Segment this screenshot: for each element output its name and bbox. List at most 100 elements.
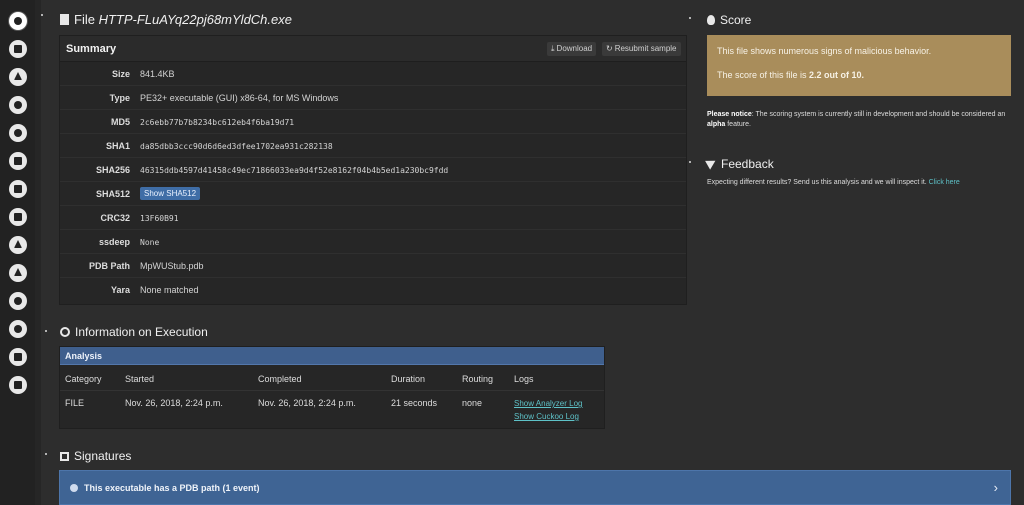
feedback-link[interactable]: Click here <box>929 179 960 186</box>
paper-plane-icon <box>705 156 718 170</box>
signatures-title-label: Signatures <box>74 449 132 463</box>
cell-started: Nov. 26, 2018, 2:24 p.m. <box>125 398 223 408</box>
file-icon[interactable] <box>9 152 27 170</box>
resubmit-label: Resubmit sample <box>614 44 677 53</box>
score-message: This file shows numerous signs of malici… <box>717 46 932 56</box>
notice-end: feature. <box>725 121 751 128</box>
book-icon[interactable] <box>9 40 27 58</box>
column-header-routing: Routing <box>462 374 494 384</box>
globe-icon[interactable] <box>9 124 27 142</box>
download-button[interactable]: ⤓ Download <box>547 42 597 56</box>
decor-dot <box>689 17 691 19</box>
column-header-logs: Logs <box>514 374 534 384</box>
row-value: None <box>140 238 160 247</box>
table-divider <box>60 390 604 391</box>
feedback-text: Expecting different results? Send us thi… <box>707 179 960 186</box>
row-value: PE32+ executable (GUI) x86-64, for MS Wi… <box>140 93 339 103</box>
row-key: SHA512 <box>95 189 130 199</box>
column-header-category: Category <box>65 374 102 384</box>
cell-category: FILE <box>65 398 85 408</box>
download-label: Download <box>556 44 593 53</box>
decor-dot <box>45 453 47 455</box>
signature-label: This executable has a PDB path (1 event) <box>84 483 260 493</box>
row-key: ssdeep <box>98 237 130 247</box>
cell-completed: Nov. 26, 2018, 2:24 p.m. <box>258 398 356 408</box>
qrcode-icon <box>60 452 69 461</box>
summary-row-type: Type PE32+ executable (GUI) x86-64, for M… <box>60 86 686 110</box>
cogs-icon[interactable] <box>9 320 27 338</box>
file-name: HTTP-FLuAYq22pj68mYldCh.exe <box>98 12 292 27</box>
share-icon[interactable] <box>9 96 27 114</box>
sidebar-rail <box>35 0 41 505</box>
score-notice: Please notice: The scoring system is cur… <box>707 110 1017 130</box>
row-key: Type <box>109 93 130 103</box>
row-key: Yara <box>110 285 130 295</box>
bug-icon[interactable] <box>9 348 27 366</box>
pencil-icon[interactable] <box>9 68 27 86</box>
refresh-icon: ↻ <box>606 44 613 53</box>
score-title-label: Score <box>720 13 752 27</box>
execution-title: Information on Execution <box>60 325 208 339</box>
summary-row-sha512: SHA512 Show SHA512 <box>60 182 686 206</box>
row-key: Size <box>111 69 130 79</box>
page-title: File HTTP-FLuAYq22pj68mYldCh.exe <box>60 12 292 27</box>
fire-icon <box>707 15 715 25</box>
power-icon[interactable] <box>9 292 27 310</box>
signature-item[interactable]: This executable has a PDB path (1 event)… <box>59 470 1011 505</box>
notice-alpha: alpha <box>707 121 726 128</box>
shuffle-icon[interactable] <box>9 236 27 254</box>
summary-row-md5: MD5 2c6ebb77b7b8234bc612eb4f6ba19d71 <box>60 110 686 134</box>
signatures-title: Signatures <box>60 449 131 463</box>
decor-dot <box>689 161 691 163</box>
score-alert: This file shows numerous signs of malici… <box>707 35 1011 96</box>
row-value: None matched <box>140 285 199 295</box>
analysis-panel: Analysis Category Started Completed Dura… <box>59 346 605 429</box>
column-header-started: Started <box>125 374 155 384</box>
score-prefix: The score of this file is <box>717 70 810 80</box>
analysis-header: Analysis <box>60 347 604 365</box>
chevron-right-icon[interactable]: › <box>994 480 998 495</box>
download-icon: ⤓ <box>551 44 555 53</box>
summary-row-ssdeep: ssdeep None <box>60 230 686 254</box>
notice-label: Please notice <box>707 111 752 118</box>
file-label: File <box>74 12 95 27</box>
summary-row-pdb-path: PDB Path MpWUStub.pdb <box>60 254 686 278</box>
file-icon <box>60 14 69 25</box>
download-icon[interactable] <box>9 264 27 282</box>
row-value: 46315ddb4597d41458c49ec71866033ea9d4f52e… <box>140 166 449 175</box>
row-key: CRC32 <box>100 213 130 223</box>
list-alt-icon[interactable] <box>9 208 27 226</box>
row-value: 2c6ebb77b7b8234bc612eb4f6ba19d71 <box>140 118 295 127</box>
home-icon[interactable] <box>9 12 27 30</box>
cell-routing: none <box>462 398 483 408</box>
show-analyzer-log-link[interactable]: Show Analyzer Log <box>514 399 583 408</box>
column-header-completed: Completed <box>258 374 302 384</box>
score-value: 2.2 out of 10. <box>809 70 865 80</box>
summary-row-sha256: SHA256 46315ddb4597d41458c49ec71866033ea9… <box>60 158 686 182</box>
sidebar-nav <box>0 0 35 505</box>
feedback-title-label: Feedback <box>721 157 774 171</box>
resubmit-button[interactable]: ↻ Resubmit sample <box>602 42 681 56</box>
row-value: 13F60B91 <box>140 214 179 223</box>
unlock-icon[interactable] <box>9 376 27 394</box>
row-key: SHA1 <box>105 141 130 151</box>
decor-dot <box>45 330 47 332</box>
row-key: SHA256 <box>95 165 130 175</box>
list-icon[interactable] <box>9 180 27 198</box>
score-value-line: The score of this file is 2.2 out of 10. <box>717 70 1001 80</box>
show-sha512-button[interactable]: Show SHA512 <box>140 187 201 200</box>
signature-text: This executable has a PDB path (1 event) <box>70 483 260 493</box>
summary-row-crc32: CRC32 13F60B91 <box>60 206 686 230</box>
feedback-message: Expecting different results? Send us thi… <box>707 179 929 186</box>
decor-dot <box>41 14 43 16</box>
summary-panel: Summary ⤓ Download ↻ Resubmit sample Size 8… <box>59 35 687 305</box>
feedback-title: Feedback <box>705 156 774 171</box>
column-header-duration: Duration <box>391 374 426 384</box>
row-key: MD5 <box>110 117 130 127</box>
row-key: PDB Path <box>88 261 130 271</box>
notice-text: : The scoring system is currently still … <box>751 111 1006 118</box>
score-title: Score <box>707 13 751 27</box>
summary-header: Summary ⤓ Download ↻ Resubmit sample <box>60 36 686 62</box>
summary-row-size: Size 841.4KB <box>60 62 686 86</box>
show-cuckoo-log-link[interactable]: Show Cuckoo Log <box>514 412 579 421</box>
